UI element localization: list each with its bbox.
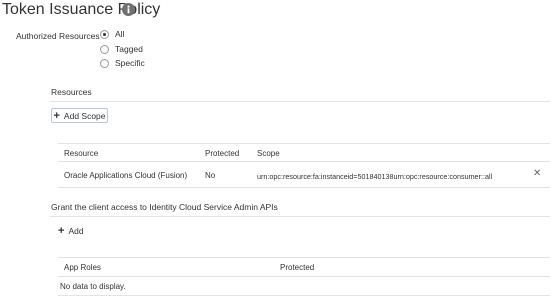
radio-tagged[interactable]: Tagged	[100, 44, 143, 54]
add-scope-label: Add Scope	[63, 110, 106, 121]
add-scope-button[interactable]: + Add Scope	[51, 108, 108, 123]
empty-state-text: No data to display.	[60, 282, 126, 291]
column-header-app-roles[interactable]: App Roles	[64, 263, 101, 272]
plus-icon: +	[58, 225, 65, 237]
authorized-resources-label: Authorized Resources	[16, 31, 100, 41]
radio-specific-button[interactable]	[100, 58, 109, 68]
divider	[58, 276, 550, 277]
column-header-protected[interactable]: Protected	[205, 149, 239, 158]
resource-cell: Oracle Applications Cloud (Fusion)	[64, 171, 188, 180]
column-header-scope[interactable]: Scope	[257, 149, 280, 158]
resources-section-title: Resources	[51, 87, 92, 97]
divider	[50, 216, 550, 217]
radio-all[interactable]: All	[100, 29, 124, 39]
column-header-resource[interactable]: Resource	[64, 149, 98, 158]
divider	[58, 295, 550, 296]
close-icon[interactable]: ✕	[533, 168, 541, 179]
radio-specific[interactable]: Specific	[100, 58, 145, 68]
info-icon[interactable]	[122, 3, 135, 16]
radio-all-label: All	[115, 29, 125, 39]
divider	[58, 257, 550, 258]
add-label: Add	[68, 226, 84, 236]
column-header-protected[interactable]: Protected	[280, 263, 314, 272]
radio-specific-label: Specific	[115, 58, 145, 68]
radio-tagged-button[interactable]	[100, 44, 109, 54]
divider	[58, 161, 550, 162]
scope-cell: urn:opc:resource:fa:instanceid=501840138…	[257, 172, 493, 181]
divider	[58, 143, 550, 144]
divider	[58, 187, 550, 188]
radio-all-button[interactable]	[100, 29, 109, 39]
protected-cell: No	[205, 171, 216, 180]
plus-icon: +	[53, 109, 60, 122]
admin-apis-section-title: Grant the client access to Identity Clou…	[51, 202, 278, 212]
divider	[50, 101, 550, 102]
radio-tagged-label: Tagged	[115, 44, 143, 54]
add-button[interactable]: + Add	[58, 225, 84, 237]
page-title: Token Issuance Policy	[2, 1, 161, 18]
